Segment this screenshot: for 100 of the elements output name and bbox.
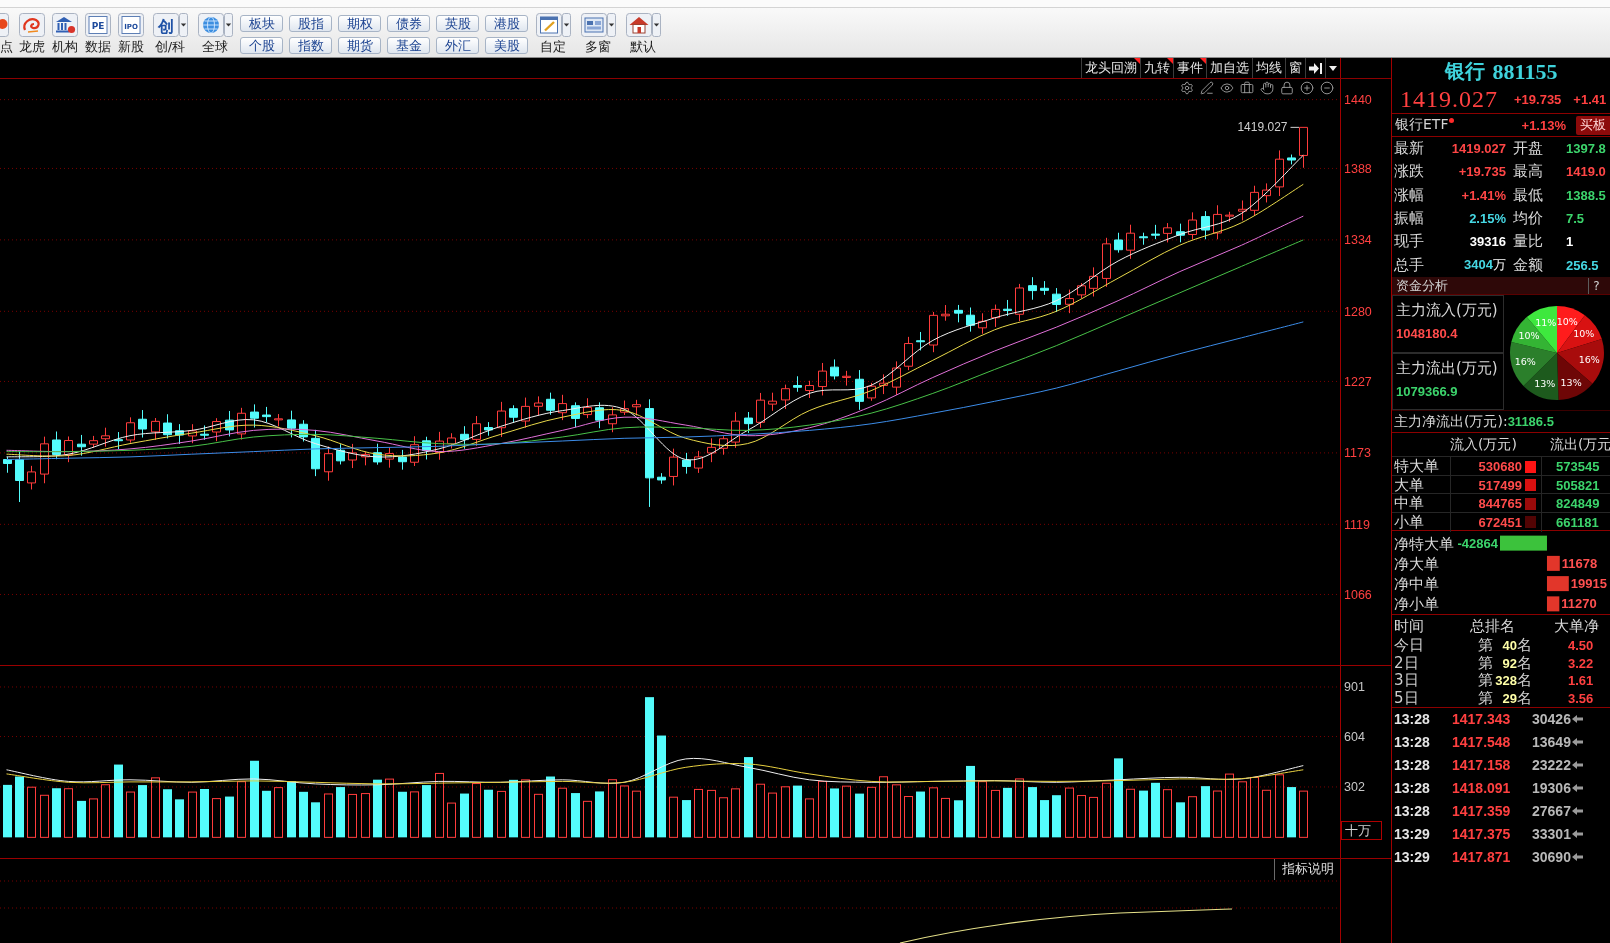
rank-suffix: 名 (1517, 690, 1532, 708)
price-axis-label: 1227 (1344, 374, 1372, 389)
market-button[interactable]: 指数 (289, 37, 332, 54)
settings-icon[interactable] (1180, 81, 1194, 95)
caret-icon[interactable] (606, 12, 616, 37)
rank-number: 40 (1501, 638, 1517, 654)
briefcase-icon[interactable] (1240, 81, 1254, 95)
plus-circle-icon[interactable] (1300, 81, 1314, 95)
column-header: 总排名 (1469, 616, 1516, 636)
outflow-cell-text: 824849 (1555, 496, 1601, 511)
bar-value-label: 11678 (1561, 555, 1598, 571)
toolbar-button[interactable]: 自定 (533, 12, 573, 54)
glyph-icon[interactable]: 创 (152, 12, 179, 37)
toolbar-button[interactable]: 全球 (195, 12, 235, 54)
market-button[interactable]: 美股 (485, 37, 528, 54)
quote-label: 均价 (1512, 209, 1544, 229)
market-button[interactable]: 英股 (436, 15, 479, 32)
etf-name[interactable]: 银行ETF (1395, 116, 1449, 134)
rank-prefix: 第 (1478, 637, 1493, 655)
quote-label: 涨幅 (1394, 185, 1425, 205)
buy-button[interactable]: 买板 (1576, 115, 1610, 135)
swirl-icon[interactable] (19, 12, 45, 37)
expand-button[interactable] (1305, 58, 1325, 78)
market-button[interactable]: 期货 (338, 37, 381, 54)
left-arrow-icon (1571, 761, 1583, 770)
left-arrow-icon (1571, 852, 1583, 861)
tick-volume: 30690 (1532, 848, 1571, 865)
slice-label: 10% (1518, 329, 1540, 341)
chart-tab[interactable]: 均线 (1252, 58, 1285, 78)
bank-icon[interactable] (52, 12, 78, 37)
volume-axis-label: 901 (1344, 680, 1365, 695)
toolbar-button[interactable]: 点 (0, 12, 13, 54)
minus-circle-icon[interactable] (1320, 81, 1334, 95)
rank-prefix: 第 (1478, 690, 1493, 708)
rank-number: 29 (1501, 691, 1517, 707)
toolbar-button[interactable]: 创 创/科 (150, 12, 190, 54)
quote-value: +19.735 (1457, 164, 1506, 180)
outflow-cell-text: 573545 (1555, 459, 1601, 474)
market-button[interactable]: 股指 (289, 15, 332, 32)
outflow-cell-text: 505821 (1555, 477, 1601, 493)
flow-bar (1547, 555, 1560, 571)
sector-code: 881155 (1492, 58, 1558, 85)
market-button[interactable]: 债券 (387, 15, 430, 32)
toolbar-button[interactable]: 多窗 (578, 12, 618, 54)
toolbar-button[interactable]: 龙虎 (18, 12, 46, 54)
arrow-to-bar-icon (1309, 62, 1322, 74)
chart-tab[interactable]: 加自选 (1206, 58, 1252, 78)
toolbar-button[interactable]: PE 数据 (84, 12, 112, 54)
period-label: 3日 (1394, 672, 1420, 690)
tick-price: 1417.158 (1452, 757, 1512, 774)
eye-icon[interactable] (1220, 81, 1234, 95)
rank-value: 1.61 (1567, 673, 1595, 689)
help-button[interactable]: ? (1588, 277, 1604, 294)
tick-volume: 13649 (1532, 734, 1571, 751)
market-button[interactable]: 外汇 (436, 37, 479, 54)
lock-icon[interactable] (1280, 81, 1294, 95)
rank-suffix: 名 (1517, 654, 1532, 672)
price-axis-label: 1119 (1344, 517, 1370, 532)
chart-tab[interactable]: 事件 (1173, 58, 1206, 78)
market-button[interactable]: 板块 (240, 15, 283, 32)
inflow-cell: 672451 (1478, 514, 1522, 530)
rank-value: 4.50 (1567, 638, 1595, 654)
document-icon[interactable]: PE (85, 12, 111, 37)
chart-tab[interactable]: 龙头回溯 (1081, 58, 1140, 78)
globe-icon[interactable] (197, 12, 224, 37)
quote-value: 1419.027 (1450, 141, 1506, 157)
market-button[interactable]: 港股 (485, 15, 528, 32)
category-label: 净小单 (1394, 595, 1439, 614)
caret-icon[interactable] (223, 12, 233, 37)
market-button[interactable]: 基金 (387, 37, 430, 54)
quote-label: 最新 (1394, 139, 1425, 159)
volume-axis-label: 302 (1344, 780, 1365, 795)
chart-tab[interactable]: 九转 (1140, 58, 1173, 78)
left-arrow-icon (1571, 829, 1583, 838)
market-button[interactable]: 个股 (240, 37, 283, 54)
quote-label: 总手 (1394, 255, 1425, 275)
pen-icon[interactable] (1200, 81, 1214, 95)
quote-value: 2.15% (1468, 211, 1506, 227)
quote-label: 最低 (1512, 185, 1544, 205)
caret-icon[interactable] (178, 12, 188, 37)
quote-label: 最高 (1512, 162, 1544, 182)
market-button[interactable]: 期权 (338, 15, 381, 32)
edit-window-icon[interactable] (535, 12, 562, 37)
caret-icon[interactable] (561, 12, 571, 37)
quote-label: 涨跌 (1394, 162, 1425, 182)
toolbar-button[interactable]: 机构 (51, 12, 79, 54)
chart-tab[interactable]: 窗 (1285, 58, 1305, 78)
price-change-percent: +1.41 (1573, 91, 1607, 107)
etf-change: +1.13% (1521, 117, 1566, 133)
tick-volume: 30426 (1532, 711, 1571, 728)
caret-icon[interactable] (651, 12, 661, 37)
hand-icon[interactable] (1260, 81, 1274, 95)
quote-value: 256.5 (1565, 257, 1600, 273)
home-icon[interactable] (625, 12, 652, 37)
rank-value: 3.22 (1567, 655, 1595, 671)
toolbar-button[interactable]: 默认 (623, 12, 663, 54)
window-grid-icon[interactable] (580, 12, 607, 37)
menu-button[interactable] (1325, 58, 1340, 78)
slice-label: 16% (1514, 355, 1536, 367)
flow-bar (1500, 535, 1547, 551)
